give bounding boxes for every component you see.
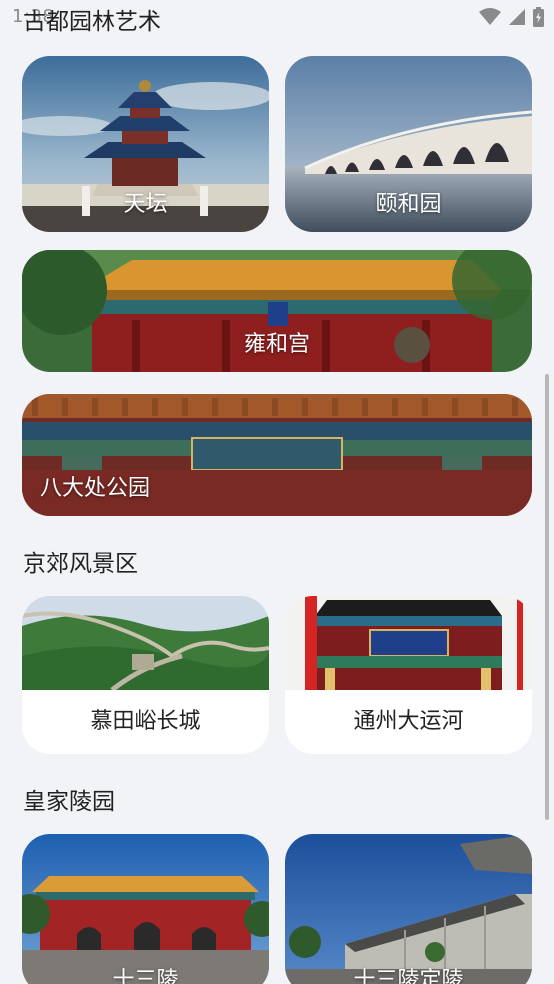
card-yonghegong[interactable]: 雍和宫 [22,250,532,372]
wifi-icon [479,8,501,25]
card-caption-yonghegong: 雍和宫 [243,332,310,357]
card-caption-shisanling: 十三陵 [112,968,179,984]
card-shisanling[interactable]: 十三陵 [22,834,269,984]
card-caption-badachu: 八大处公园 [40,476,151,501]
card-mutianyu[interactable]: 慕田峪长城 [22,596,269,754]
card-dingling[interactable]: 十三陵定陵 [285,834,532,984]
card-tongzhou-canal[interactable]: 通州大运河 [285,596,532,754]
battery-icon [533,7,544,27]
section-title-tombs: 皇家陵园 [23,789,115,815]
card-image-mutianyu [22,596,269,690]
card-image-tongzhou-canal [285,596,532,690]
section-title-suburbs: 京郊风景区 [23,551,138,577]
status-icons [479,7,544,27]
section-title-gardens: 古都园林艺术 [23,9,161,35]
card-badachu[interactable]: 八大处公园 [22,394,532,516]
card-yiheyuan[interactable]: 颐和园 [285,56,532,232]
card-label-mutianyu: 慕田峪长城 [90,709,201,734]
card-tiantan[interactable]: 天坛 [22,56,269,232]
card-caption-yiheyuan: 颐和园 [375,192,442,217]
card-label-tongzhou-canal: 通州大运河 [353,709,464,734]
card-caption-dingling: 十三陵定陵 [353,968,464,984]
scrollbar[interactable] [545,374,549,820]
card-caption-tiantan: 天坛 [123,192,168,217]
signal-icon [509,9,525,25]
